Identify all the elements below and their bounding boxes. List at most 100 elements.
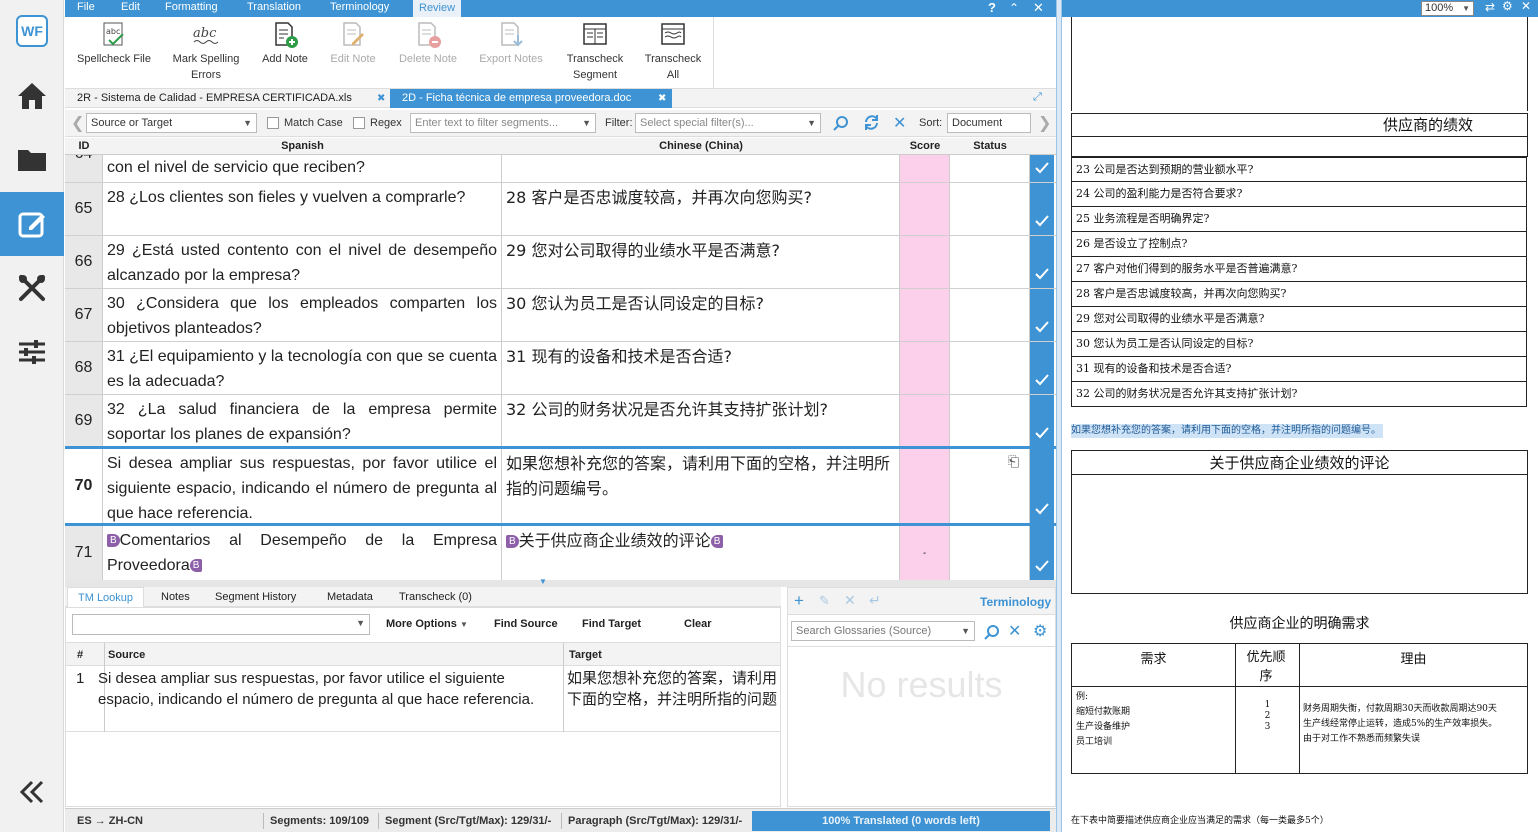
tab-close-icon[interactable]: ✖ xyxy=(658,89,666,108)
sidebar-collapse-button[interactable] xyxy=(0,760,64,824)
segment-row[interactable]: 68 31 ¿El equipamiento y la tecnología c… xyxy=(65,342,1056,395)
panel-splitter[interactable]: ▼ xyxy=(65,577,1056,587)
segment-target[interactable]: 如果您想补充您的答案，请利用下面的空格，并注明所指的问题编号。 xyxy=(502,449,900,523)
segment-target[interactable]: 28 客户是否忠诚度较高，并再次向您购买? xyxy=(502,183,900,235)
splitter-handle-icon[interactable]: ▼ xyxy=(539,577,547,586)
segment-row[interactable]: 66 29 ¿Está usted contento con el nivel … xyxy=(65,236,1056,289)
segment-row[interactable]: 67 30 ¿Considera que los empleados compa… xyxy=(65,289,1056,342)
gear-icon[interactable]: ⚙ xyxy=(1502,0,1513,13)
segment-target[interactable]: 30 您认为员工是否认同设定的目标? xyxy=(502,289,900,341)
prev-filter-icon[interactable]: ❮ xyxy=(71,113,84,133)
sort-select[interactable]: Document xyxy=(947,113,1031,133)
transcheck-all-button[interactable]: Transcheck All xyxy=(637,21,709,83)
sidebar-editor-button[interactable] xyxy=(0,192,64,256)
segment-row[interactable]: 65 28 ¿Los clientes son fieles y vuelven… xyxy=(65,183,1056,236)
segment-row[interactable]: 64 con el nivel de servicio que reciben? xyxy=(65,155,1056,183)
tab-tm-lookup[interactable]: TM Lookup xyxy=(67,587,145,607)
bold-close-tag[interactable]: B xyxy=(189,559,203,572)
tab-metadata[interactable]: Metadata xyxy=(327,591,373,603)
search-icon[interactable] xyxy=(833,115,849,131)
tab-transcheck[interactable]: Transcheck (0) xyxy=(399,591,472,603)
preview-highlight[interactable]: 如果您想补充您的答案，请利用下面的空格，并注明所指的问题编号。 xyxy=(1071,424,1383,438)
tab-close-icon[interactable]: ✖ xyxy=(377,89,385,108)
confirm-cell[interactable] xyxy=(1030,395,1054,447)
sidebar-settings-button[interactable] xyxy=(0,320,64,384)
filter-scope-select[interactable]: Source or Target ▼ xyxy=(86,113,257,133)
tab-notes[interactable]: Notes xyxy=(161,591,190,603)
header-score[interactable]: Score xyxy=(900,140,950,152)
add-note-button[interactable]: Add Note xyxy=(257,21,313,67)
segment-source[interactable]: B Comentarios al Desempeño de la Empresa … xyxy=(103,526,502,580)
menu-review[interactable]: Review xyxy=(413,0,462,17)
segment-source[interactable]: 32 ¿La salud financiera de la empresa pe… xyxy=(103,395,502,447)
glossary-search-input[interactable]: Search Glossaries (Source) ▼ xyxy=(791,621,975,641)
menu-edit[interactable]: Edit xyxy=(121,1,140,13)
clear-filter-icon[interactable]: ✕ xyxy=(893,113,906,133)
sync-icon[interactable]: ⇄ xyxy=(1485,0,1495,14)
edit-term-icon[interactable]: ✎ xyxy=(819,593,830,609)
segment-source[interactable]: 29 ¿Está usted contento con el nivel de … xyxy=(103,236,502,288)
more-options-button[interactable]: More Options ▼ xyxy=(386,618,468,630)
tm-result-row[interactable]: 1 Si desea ampliar sus respuestas, por f… xyxy=(66,666,780,732)
confirm-cell[interactable] xyxy=(1030,289,1054,341)
header-status[interactable]: Status xyxy=(950,140,1030,152)
tab-segment-history[interactable]: Segment History xyxy=(215,591,296,603)
bold-open-tag[interactable]: B xyxy=(506,535,519,548)
segment-source[interactable]: con el nivel de servicio que reciben? xyxy=(103,155,502,182)
segment-target[interactable] xyxy=(502,155,900,182)
menu-formatting[interactable]: Formatting xyxy=(165,1,218,13)
close-icon[interactable]: ✕ xyxy=(1033,0,1044,16)
help-icon[interactable]: ? xyxy=(988,0,996,15)
menu-terminology[interactable]: Terminology xyxy=(330,1,389,13)
match-case-checkbox[interactable] xyxy=(267,117,279,129)
spellcheck-file-button[interactable]: abc Spellcheck File xyxy=(75,21,153,67)
refresh-icon[interactable] xyxy=(863,114,880,131)
bold-close-tag[interactable]: B xyxy=(710,535,724,548)
mark-spelling-errors-button[interactable]: abc Mark Spelling Errors xyxy=(169,21,243,83)
transcheck-segment-button[interactable]: Transcheck Segment xyxy=(559,21,631,83)
confirm-cell[interactable] xyxy=(1030,155,1054,182)
export-notes-button[interactable]: Export Notes xyxy=(473,21,549,67)
header-source[interactable]: Spanish xyxy=(103,140,502,152)
close-preview-icon[interactable]: ✕ xyxy=(1521,0,1531,13)
confirm-cell[interactable] xyxy=(1030,449,1054,523)
segment-target[interactable]: 29 您对公司取得的业绩水平是否满意? xyxy=(502,236,900,288)
segment-filter-input[interactable]: Enter text to filter segments... ▼ xyxy=(410,113,596,133)
segment-row[interactable]: 71 B Comentarios al Desempeño de la Empre… xyxy=(65,526,1056,580)
search-icon[interactable] xyxy=(984,624,1000,640)
header-id[interactable]: ID xyxy=(65,140,103,152)
find-target-button[interactable]: Find Target xyxy=(582,618,641,630)
edit-note-button[interactable]: Edit Note xyxy=(323,21,383,67)
menu-translation[interactable]: Translation xyxy=(247,1,301,13)
bold-open-tag[interactable]: B xyxy=(107,534,120,547)
header-target[interactable]: Chinese (China) xyxy=(502,140,900,152)
tm-search-input[interactable]: ▼ xyxy=(72,614,370,635)
segment-target[interactable]: 32 公司的财务状况是否允许其支持扩张计划? xyxy=(502,395,900,447)
confirm-cell[interactable] xyxy=(1030,342,1054,394)
confirm-cell[interactable] xyxy=(1030,526,1054,580)
clear-button[interactable]: Clear xyxy=(684,618,712,630)
segment-source[interactable]: 31 ¿El equipamiento y la tecnología con … xyxy=(103,342,502,394)
delete-note-button[interactable]: Delete Note xyxy=(393,21,463,67)
undo-icon[interactable]: ⎗ xyxy=(1008,453,1019,470)
regex-checkbox[interactable] xyxy=(353,117,365,129)
confirm-cell[interactable] xyxy=(1030,236,1054,288)
clear-search-icon[interactable]: ✕ xyxy=(1008,621,1021,641)
gear-icon[interactable]: ⚙ xyxy=(1033,621,1047,641)
add-term-icon[interactable]: + xyxy=(794,591,804,611)
insert-term-icon[interactable]: ↵ xyxy=(869,592,881,609)
segment-source[interactable]: Si desea ampliar sus respuestas, por fav… xyxy=(103,449,502,523)
tab-supplier-sheet[interactable]: 2D - Ficha técnica de empresa proveedora… xyxy=(390,89,672,108)
collapse-ribbon-icon[interactable]: ⌃ xyxy=(1009,1,1019,15)
delete-term-icon[interactable]: ✕ xyxy=(844,592,856,609)
segment-row[interactable]: 69 32 ¿La salud financiera de la empresa… xyxy=(65,395,1056,448)
segment-row-active[interactable]: 70 Si desea ampliar sus respuestas, por … xyxy=(65,446,1056,526)
segment-source[interactable]: 30 ¿Considera que los empleados comparte… xyxy=(103,289,502,341)
segment-source[interactable]: 28 ¿Los clientes son fieles y vuelven a … xyxy=(103,183,502,235)
tab-quality-system[interactable]: 2R - Sistema de Calidad - EMPRESA CERTIF… xyxy=(65,89,389,108)
find-source-button[interactable]: Find Source xyxy=(494,618,558,630)
menu-file[interactable]: File xyxy=(77,1,95,13)
confirm-cell[interactable] xyxy=(1030,183,1054,235)
zoom-select[interactable]: 100% ▼ xyxy=(1421,1,1474,16)
segment-target[interactable]: B 关于供应商企业绩效的评论 B xyxy=(502,526,900,580)
